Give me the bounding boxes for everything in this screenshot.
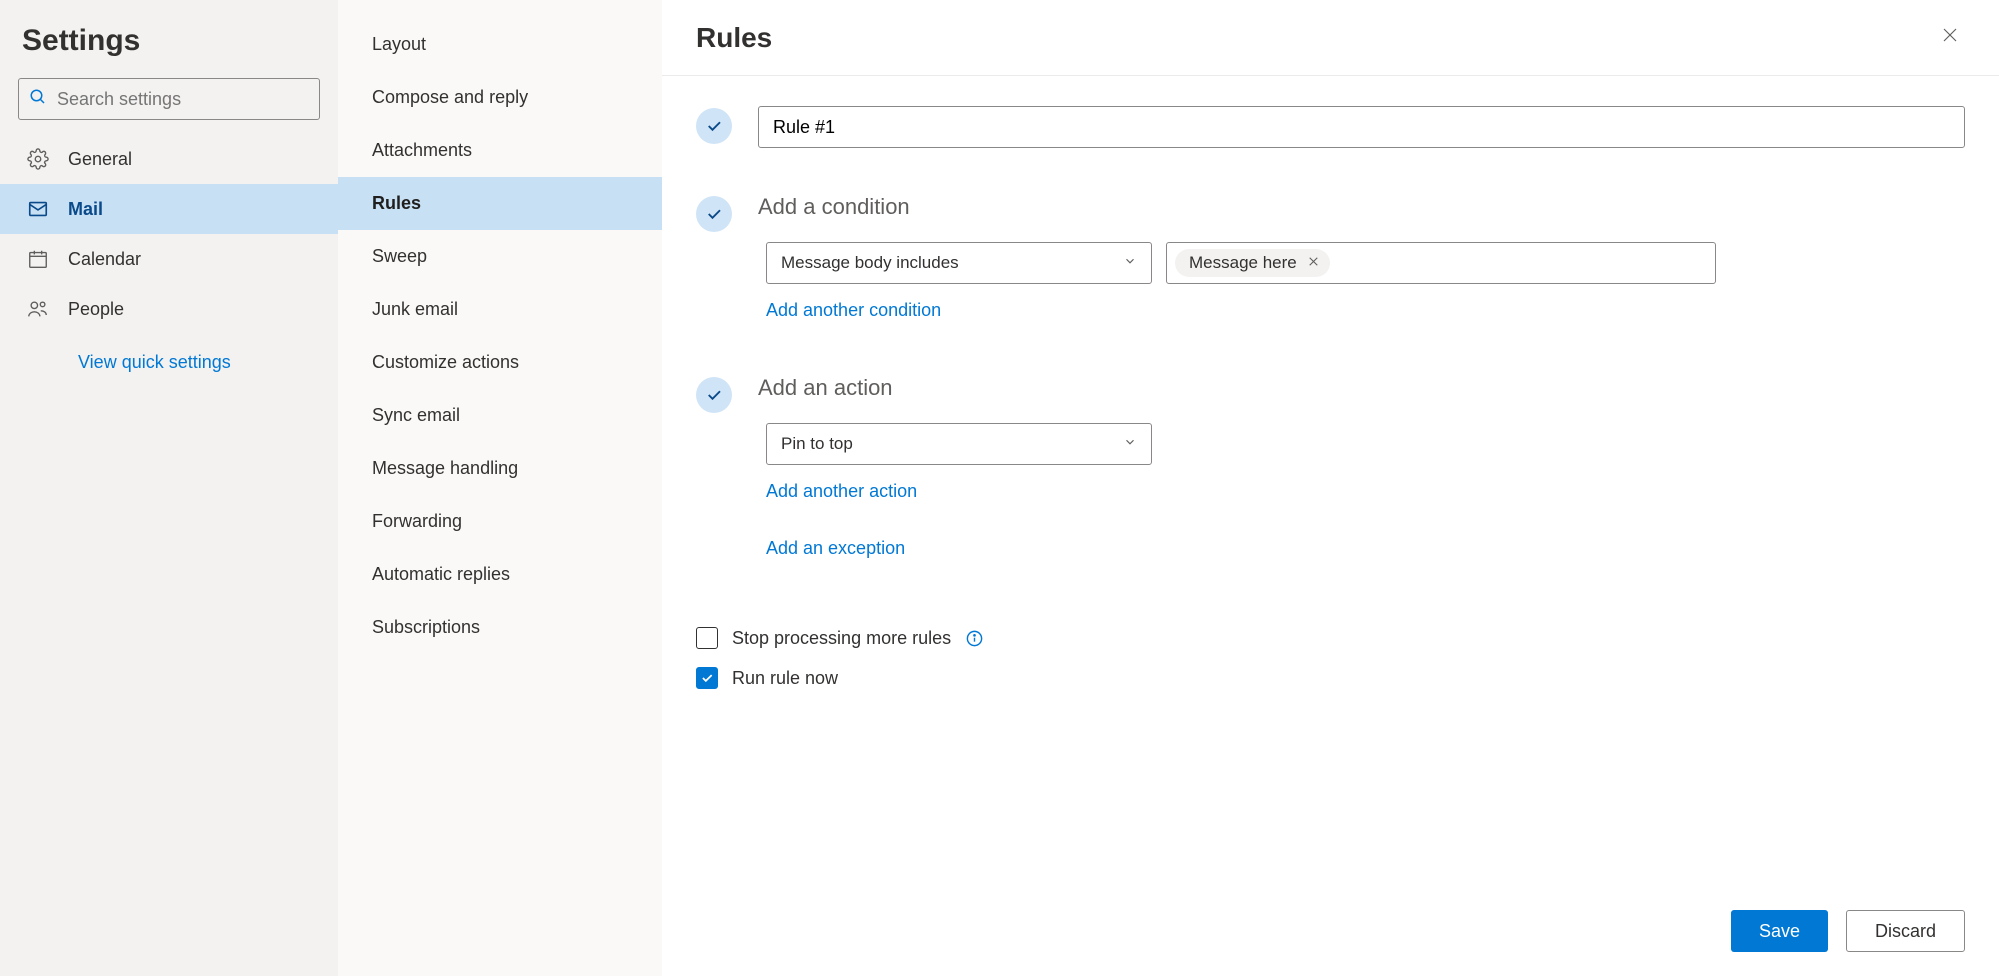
sidebar-item-general[interactable]: General [0, 134, 338, 184]
action-type-value: Pin to top [781, 434, 853, 454]
action-type-select[interactable]: Pin to top [766, 423, 1152, 465]
run-rule-now-label: Run rule now [732, 668, 838, 689]
search-icon [29, 88, 47, 111]
add-another-condition-link[interactable]: Add another condition [766, 300, 1965, 321]
people-icon [26, 298, 50, 320]
subnav-customize-actions[interactable]: Customize actions [338, 336, 662, 389]
stop-processing-label: Stop processing more rules [732, 628, 951, 649]
info-icon[interactable] [965, 629, 984, 648]
subnav-sync-email[interactable]: Sync email [338, 389, 662, 442]
chip-label: Message here [1189, 253, 1297, 273]
settings-sidebar: Settings General Mail Calendar People V [0, 0, 338, 976]
sidebar-item-calendar[interactable]: Calendar [0, 234, 338, 284]
subnav-compose-reply[interactable]: Compose and reply [338, 71, 662, 124]
subnav-automatic-replies[interactable]: Automatic replies [338, 548, 662, 601]
subnav-forwarding[interactable]: Forwarding [338, 495, 662, 548]
sidebar-item-label: People [68, 299, 124, 320]
subnav-message-handling[interactable]: Message handling [338, 442, 662, 495]
subnav-attachments[interactable]: Attachments [338, 124, 662, 177]
subnav-rules[interactable]: Rules [338, 177, 662, 230]
close-icon [1307, 253, 1320, 273]
rule-name-input[interactable] [758, 106, 1965, 148]
chevron-down-icon [1123, 434, 1137, 454]
step-action-check-icon [696, 377, 732, 413]
panel-title: Rules [696, 22, 772, 54]
close-icon [1941, 31, 1959, 48]
mail-icon [26, 198, 50, 220]
calendar-icon [26, 248, 50, 270]
mail-subnav: Layout Compose and reply Attachments Rul… [338, 0, 662, 976]
remove-chip-button[interactable] [1307, 253, 1320, 273]
discard-button[interactable]: Discard [1846, 910, 1965, 952]
condition-heading: Add a condition [758, 194, 1965, 220]
condition-type-select[interactable]: Message body includes [766, 242, 1152, 284]
subnav-junk-email[interactable]: Junk email [338, 283, 662, 336]
rules-panel: Rules Add a condition [662, 0, 1999, 976]
sidebar-item-mail[interactable]: Mail [0, 184, 338, 234]
view-quick-settings-link[interactable]: View quick settings [0, 334, 338, 373]
condition-value-input[interactable]: Message here [1166, 242, 1716, 284]
add-exception-link[interactable]: Add an exception [766, 538, 1965, 559]
sidebar-item-label: General [68, 149, 132, 170]
save-button[interactable]: Save [1731, 910, 1828, 952]
sidebar-item-people[interactable]: People [0, 284, 338, 334]
action-heading: Add an action [758, 375, 1965, 401]
condition-chip: Message here [1175, 249, 1330, 277]
step-name-check-icon [696, 108, 732, 144]
subnav-layout[interactable]: Layout [338, 18, 662, 71]
add-another-action-link[interactable]: Add another action [766, 481, 1965, 502]
sidebar-item-label: Mail [68, 199, 103, 220]
search-settings-box[interactable] [18, 78, 320, 120]
checkbox-checked-icon [696, 667, 718, 689]
condition-type-value: Message body includes [781, 253, 959, 273]
sidebar-item-label: Calendar [68, 249, 141, 270]
search-settings-input[interactable] [47, 89, 309, 110]
subnav-subscriptions[interactable]: Subscriptions [338, 601, 662, 654]
checkbox-unchecked-icon [696, 627, 718, 649]
subnav-sweep[interactable]: Sweep [338, 230, 662, 283]
chevron-down-icon [1123, 253, 1137, 273]
run-rule-now-checkbox[interactable]: Run rule now [696, 667, 1965, 689]
close-button[interactable] [1935, 20, 1965, 55]
step-condition-check-icon [696, 196, 732, 232]
stop-processing-checkbox[interactable]: Stop processing more rules [696, 627, 1965, 649]
settings-title: Settings [0, 18, 338, 78]
gear-icon [26, 148, 50, 170]
